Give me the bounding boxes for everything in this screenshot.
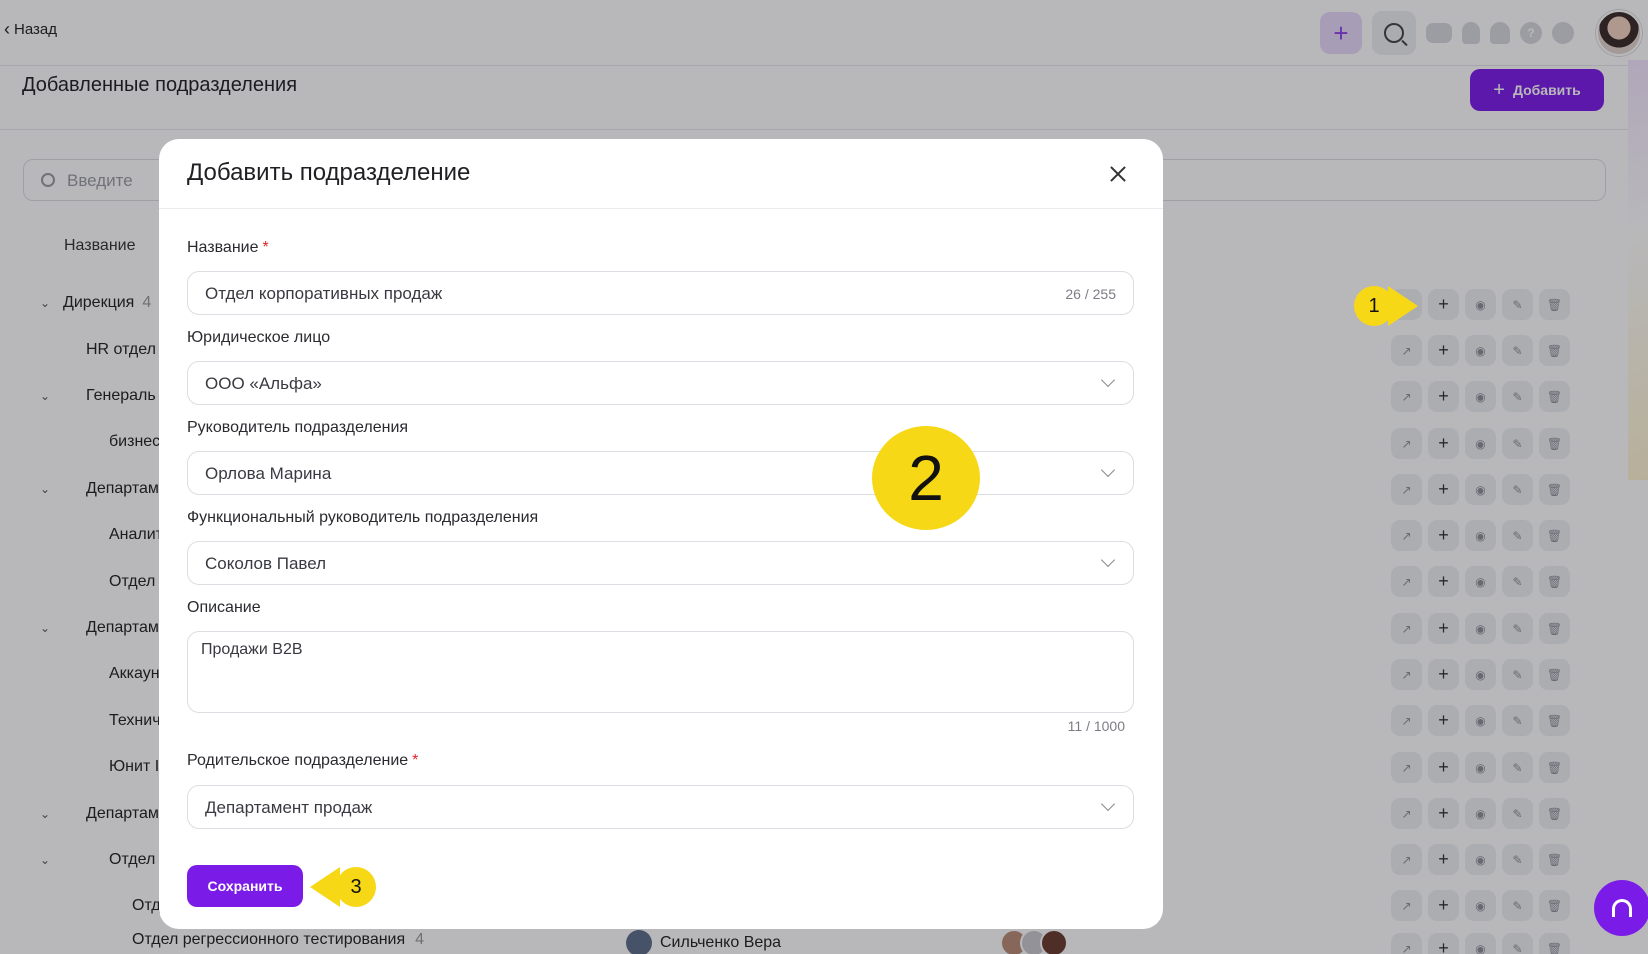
required-mark: * (262, 239, 269, 256)
step-marker-2: 2 (872, 426, 980, 530)
head-select[interactable]: Орлова Марина (187, 451, 1134, 495)
dialog-title: Добавить подразделение (187, 159, 471, 186)
close-icon[interactable] (1107, 163, 1129, 185)
head-value: Орлова Марина (205, 464, 332, 483)
marker-number: 3 (336, 867, 376, 907)
chevron-down-icon (1100, 552, 1116, 568)
parent-value: Департамент продаж (205, 798, 373, 817)
chevron-down-icon (1100, 372, 1116, 388)
functional-head-label: Функциональный руководитель подразделени… (187, 509, 539, 526)
legal-entity-select[interactable]: ООО «Альфа» (187, 361, 1134, 405)
name-label: Название * (187, 239, 269, 257)
name-char-counter: 26 / 255 (1065, 286, 1116, 302)
description-textarea[interactable]: Продажи B2B (187, 631, 1134, 713)
step-marker-3: 3 (310, 867, 390, 907)
parent-label: Родительское подразделение * (187, 752, 418, 770)
name-label-text: Название (187, 239, 259, 256)
parent-select[interactable]: Департамент продаж (187, 785, 1134, 829)
description-value: Продажи B2B (201, 641, 303, 658)
dialog-header: Добавить подразделение (159, 139, 1163, 209)
functional-head-select[interactable]: Соколов Павел (187, 541, 1134, 585)
add-department-dialog: Добавить подразделение Название * Отдел к… (159, 139, 1163, 929)
legal-entity-label: Юридическое лицо (187, 329, 331, 346)
name-value: Отдел корпоративных продаж (205, 284, 443, 303)
headset-icon (1612, 899, 1632, 917)
description-label: Описание (187, 599, 261, 616)
head-label: Руководитель подразделения (187, 419, 409, 436)
chevron-down-icon (1100, 796, 1116, 812)
legal-entity-value: ООО «Альфа» (205, 374, 322, 393)
chevron-down-icon (1100, 462, 1116, 478)
save-button[interactable]: Сохранить (187, 865, 303, 907)
name-input[interactable]: Отдел корпоративных продаж 26 / 255 (187, 271, 1134, 315)
support-button[interactable] (1594, 880, 1648, 936)
description-char-counter: 11 / 1000 (1067, 718, 1125, 734)
functional-head-value: Соколов Павел (205, 554, 327, 573)
step-marker-1: 1 (1354, 286, 1434, 326)
marker-number: 1 (1354, 286, 1394, 326)
parent-label-text: Родительское подразделение (187, 752, 409, 769)
required-mark: * (412, 752, 419, 769)
